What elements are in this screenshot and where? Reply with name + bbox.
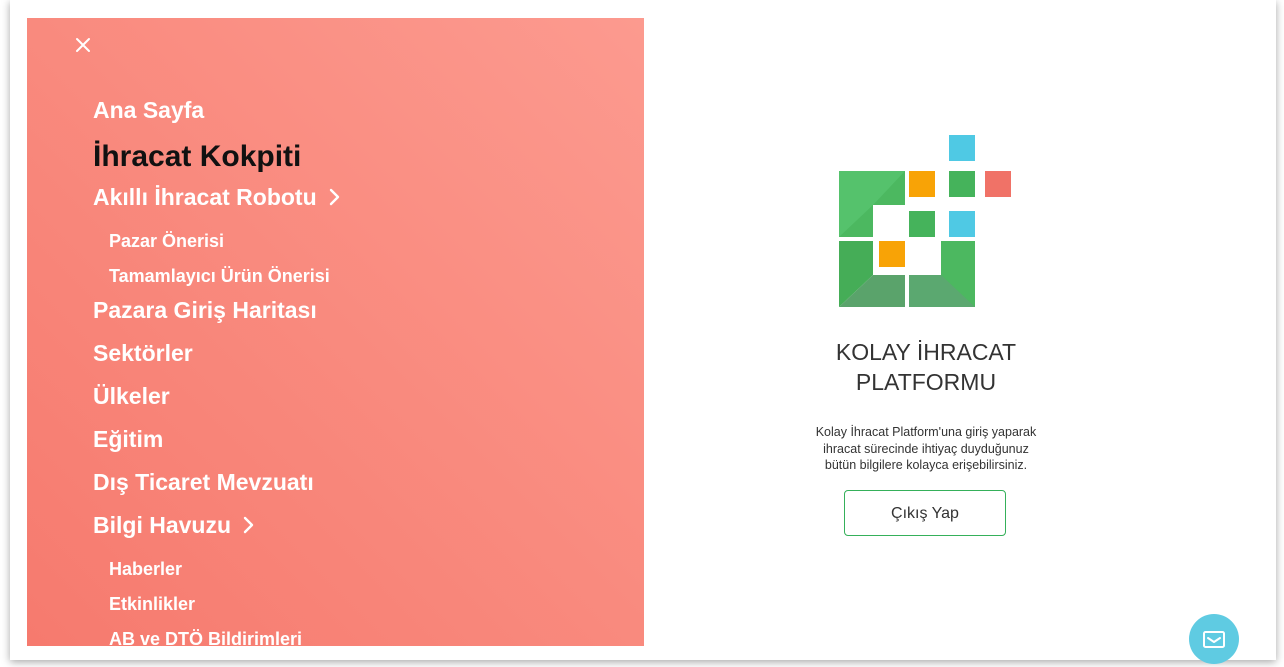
nav-subitem-ab-dto-bildirimleri[interactable]: AB ve DTÖ Bildirimleri [109,629,302,646]
brand-description: Kolay İhracat Platform'una giriş yaparak… [644,424,1208,474]
nav-item-ulkeler[interactable]: Ülkeler [93,383,170,410]
nav-subitem-etkinlikler[interactable]: Etkinlikler [109,594,195,615]
nav-item-label: Akıllı İhracat Robotu [93,184,317,210]
nav-item-egitim[interactable]: Eğitim [93,426,163,453]
nav-subitem-pazar-onerisi[interactable]: Pazar Önerisi [109,231,224,252]
brand-title: KOLAY İHRACAT PLATFORMU [644,337,1208,397]
brand-panel: KOLAY İHRACAT PLATFORMU Kolay İhracat Pl… [644,18,1276,646]
chat-button[interactable] [1189,614,1239,664]
nav-item-ana-sayfa[interactable]: Ana Sayfa [93,97,204,124]
brand-title-line2: PLATFORMU [855,369,997,395]
app-window: Ana Sayfa İhracat Kokpiti Akıllı İhracat… [10,0,1276,660]
description-line: bütün bilgilere kolayca erişebilirsiniz. [824,458,1028,472]
nav-item-pazara-giris-haritasi[interactable]: Pazara Giriş Haritası [93,297,317,324]
nav-item-dis-ticaret-mevzuati[interactable]: Dış Ticaret Mevzuatı [93,469,314,496]
chevron-right-icon [329,185,341,212]
platform-logo [839,135,1015,316]
description-line: Kolay İhracat Platform'una giriş yaparak [815,425,1037,439]
side-menu: Ana Sayfa İhracat Kokpiti Akıllı İhracat… [27,18,644,646]
description-line: ihracat sürecinde ihtiyaç duyduğunuz [823,441,1029,456]
nav-item-sektorler[interactable]: Sektörler [93,340,193,367]
nav-item-bilgi-havuzu[interactable]: Bilgi Havuzu [93,512,255,540]
close-icon[interactable] [73,35,93,55]
nav-subitem-tamamlayici-urun-onerisi[interactable]: Tamamlayıcı Ürün Önerisi [109,266,330,287]
nav-item-label: Bilgi Havuzu [93,512,232,538]
brand-title-line1: KOLAY İHRACAT [835,339,1017,365]
chat-icon [1202,626,1226,655]
nav-item-ihracat-kokpiti[interactable]: İhracat Kokpiti [93,140,301,174]
nav-item-akilli-ihracat-robotu[interactable]: Akıllı İhracat Robotu [93,184,341,212]
nav-subitem-haberler[interactable]: Haberler [109,559,182,580]
chevron-right-icon [243,513,255,540]
logout-button[interactable]: Çıkış Yap [844,490,1006,536]
